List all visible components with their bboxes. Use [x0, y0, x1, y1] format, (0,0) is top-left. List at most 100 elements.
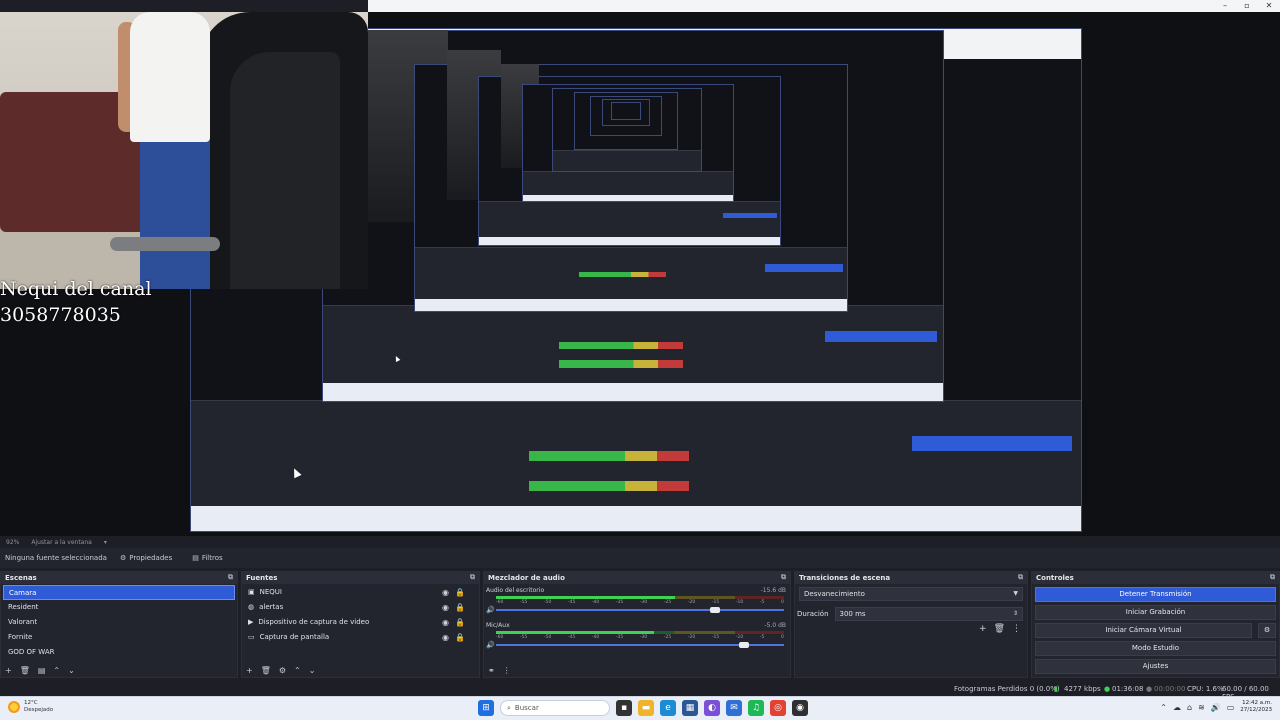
properties-button[interactable]: ⚙ Propiedades [110, 554, 182, 562]
eye-icon[interactable]: ◉ [442, 618, 455, 627]
stepper-icon[interactable]: ⇕ [1013, 608, 1018, 620]
source-label: Captura de pantalla [259, 633, 330, 641]
battery-icon[interactable]: ▭ [1227, 703, 1235, 712]
channel-name: Mic/Aux [486, 622, 510, 629]
scenes-title: Escenas [5, 574, 37, 582]
source-item[interactable]: ▣ NEQUI ◉🔒 [244, 585, 477, 600]
chevron-down-icon[interactable]: ▾ [104, 539, 107, 546]
source-item[interactable]: ▶ Dispositivo de captura de video ◉🔒 [244, 615, 477, 630]
windows-start-icon[interactable]: ⊞ [478, 700, 494, 716]
source-label: Dispositivo de captura de video [258, 618, 370, 626]
more-options-icon[interactable]: ⋮ [1012, 624, 1021, 634]
file-explorer-icon[interactable]: ▬ [638, 700, 654, 716]
obs-icon[interactable]: ◉ [792, 700, 808, 716]
eye-icon[interactable]: ◉ [442, 633, 455, 642]
duration-value: 300 ms [839, 610, 866, 618]
zoom-fit[interactable]: Ajustar a la ventana [31, 539, 92, 546]
add-icon[interactable]: + [979, 624, 987, 634]
lock-icon[interactable]: 🔒 [455, 618, 471, 627]
discord-icon[interactable]: ◐ [704, 700, 720, 716]
camera-icon: ▶ [248, 618, 254, 626]
source-item[interactable]: ▭ Captura de pantalla ◉🔒 [244, 630, 477, 645]
filters-button[interactable]: ▤ Filtros [182, 554, 232, 562]
trash-icon[interactable]: 🗑 [20, 666, 30, 675]
scene-item[interactable]: Fornite [3, 630, 235, 645]
browser-icon: ◍ [248, 603, 255, 611]
volume-slider[interactable] [496, 606, 784, 614]
taskbar-search[interactable]: ⌕ Buscar [500, 700, 610, 716]
edge-icon[interactable]: e [660, 700, 676, 716]
arrow-up-icon[interactable]: ⌃ [294, 666, 301, 675]
minimize-icon[interactable]: – [1214, 0, 1236, 12]
scene-item[interactable]: Resident [3, 600, 235, 615]
transition-select[interactable]: Desvanecimiento ▼ [799, 587, 1023, 601]
channel-db: -15.6 dB [760, 587, 786, 594]
gear-icon[interactable]: ⚙ [1258, 623, 1276, 638]
studio-mode-button[interactable]: Modo Estudio [1035, 641, 1276, 656]
speaker-icon[interactable]: 🔊 [486, 606, 495, 614]
dock-menu-icon[interactable]: ⧉ [1018, 573, 1023, 582]
speaker-icon[interactable]: 🔊 [486, 641, 495, 649]
scene-item[interactable]: Valorant [3, 615, 235, 630]
volume-slider-knob[interactable] [709, 607, 720, 613]
network-icon[interactable]: ⌂ [1187, 703, 1192, 712]
group-icon: ▣ [248, 588, 255, 596]
duration-label: Duración [797, 610, 829, 618]
obs-window: – ▫ ✕ Nequi del canal 3058778035 92% Aju… [0, 0, 1280, 720]
dock-menu-icon[interactable]: ⧉ [1270, 573, 1275, 582]
task-view-icon[interactable]: ▪ [616, 700, 632, 716]
arrow-down-icon[interactable]: ⌄ [68, 666, 75, 675]
stop-stream-button[interactable]: Detener Transmisión [1035, 587, 1276, 602]
zoom-level[interactable]: 92% [6, 539, 19, 546]
duration-field[interactable]: 300 ms ⇕ [834, 607, 1023, 621]
scene-item[interactable]: GOD OF WAR [3, 645, 235, 660]
lock-icon[interactable]: 🔒 [455, 588, 471, 597]
preview-canvas[interactable]: Nequi del canal 3058778035 [0, 12, 1280, 536]
eye-icon[interactable]: ◉ [442, 588, 455, 597]
link-icon[interactable]: ⚭ [488, 666, 495, 675]
transitions-title: Transiciones de escena [799, 574, 891, 582]
nequi-overlay-number: 3058778035 [0, 304, 121, 326]
spotify-icon[interactable]: ♫ [748, 700, 764, 716]
virtual-camera-button[interactable]: Iniciar Cámara Virtual [1035, 623, 1252, 638]
dock-menu-icon[interactable]: ⧉ [228, 573, 233, 582]
volume-slider-knob[interactable] [738, 642, 749, 648]
add-icon[interactable]: + [5, 666, 12, 675]
weather-widget[interactable]: 12°C Despejado [8, 700, 53, 714]
eye-icon[interactable]: ◉ [442, 603, 455, 612]
settings-button[interactable]: Ajustes [1035, 659, 1276, 674]
close-icon[interactable]: ✕ [1258, 0, 1280, 12]
mail-icon[interactable]: ✉ [726, 700, 742, 716]
maximize-icon[interactable]: ▫ [1236, 0, 1258, 12]
lock-icon[interactable]: 🔒 [455, 603, 471, 612]
dock-menu-icon[interactable]: ⧉ [470, 573, 475, 582]
filter-icon[interactable]: ▤ [38, 666, 46, 675]
windows-taskbar: 12°C Despejado ⊞ ⌕ Buscar ▪ ▬ e ▦ ◐ ✉ ♫ … [0, 696, 1280, 720]
clock-time: 12:42 a.m. [1242, 700, 1272, 706]
trash-icon[interactable]: 🗑 [994, 624, 1005, 634]
clock[interactable]: 12:42 a.m. 27/12/2023 [1240, 700, 1272, 714]
mixer-channel: Audio del escritorio -15.6 dB -60 -55 -50 -45… [484, 587, 790, 614]
chevron-up-icon[interactable]: ⌃ [1160, 703, 1167, 712]
store-icon[interactable]: ▦ [682, 700, 698, 716]
add-icon[interactable]: + [246, 666, 253, 675]
volume-slider[interactable] [496, 641, 784, 649]
trash-icon[interactable]: 🗑 [261, 666, 271, 675]
dock-menu-icon[interactable]: ⧉ [781, 573, 786, 582]
scene-item[interactable]: Camara [3, 585, 235, 600]
more-options-icon[interactable]: ⋮ [503, 666, 511, 675]
gear-icon[interactable]: ⚙ [279, 666, 286, 675]
cloud-icon[interactable]: ☁ [1173, 703, 1181, 712]
arrow-down-icon[interactable]: ⌄ [309, 666, 316, 675]
lock-icon[interactable]: 🔒 [455, 633, 471, 642]
start-recording-button[interactable]: Iniciar Grabación [1035, 605, 1276, 620]
wifi-icon[interactable]: ≋ [1198, 703, 1205, 712]
chrome-icon[interactable]: ◎ [770, 700, 786, 716]
source-item[interactable]: ◍ alertas ◉🔒 [244, 600, 477, 615]
system-tray: ⌃ ☁ ⌂ ≋ 🔊 ▭ 12:42 a.m. 27/12/2023 [1160, 700, 1272, 714]
volume-icon[interactable]: 🔊 [1211, 703, 1221, 712]
rec-icon: ● [1146, 685, 1153, 693]
arrow-up-icon[interactable]: ⌃ [53, 666, 60, 675]
cpu-usage: CPU: 1.6% [1187, 685, 1224, 693]
volume-meter: -60 -55 -50 -45 -40 -35 -30 -25 -20 -15 -10 -5 0 [496, 596, 784, 606]
